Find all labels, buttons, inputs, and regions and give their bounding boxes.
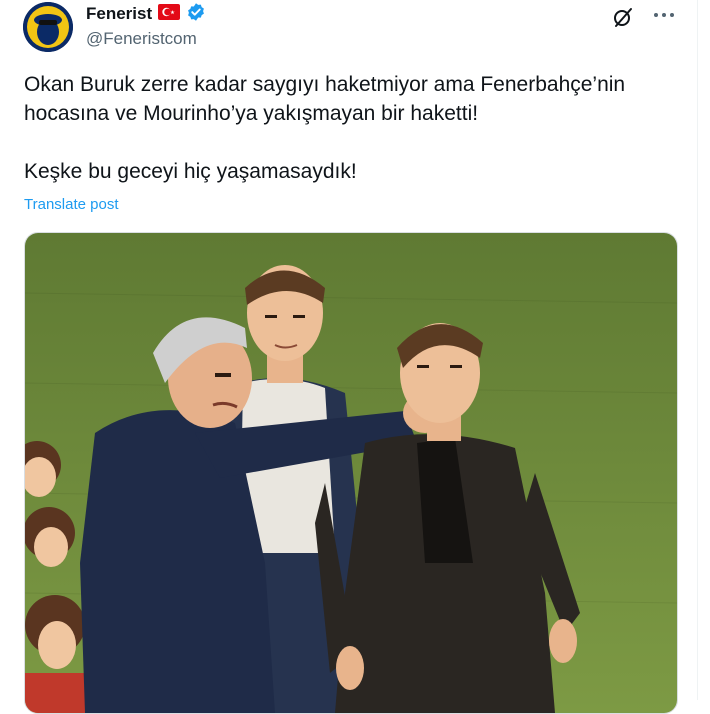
post-image[interactable] xyxy=(24,232,678,714)
translate-post-link[interactable]: Translate post xyxy=(24,196,119,213)
post-line-3: Keşke bu geceyi hiç yaşamasaydık! xyxy=(24,160,357,183)
post-line-2: hocasına ve Mourinho’ya yakışmayan bir h… xyxy=(24,102,479,125)
turkey-flag-icon xyxy=(158,3,181,25)
name-row: Fenerist xyxy=(86,2,206,27)
more-button[interactable] xyxy=(652,8,676,22)
fenerist-logo-icon xyxy=(23,2,73,52)
avatar[interactable] xyxy=(23,2,73,52)
post-text: Okan Buruk zerre kadar saygıyı haketmiyo… xyxy=(24,70,684,186)
display-name[interactable]: Fenerist xyxy=(86,4,152,24)
more-dots-icon xyxy=(654,13,674,17)
handle[interactable]: @Feneristcom xyxy=(86,29,197,49)
verified-badge-icon[interactable] xyxy=(186,2,206,27)
grok-icon xyxy=(614,8,632,27)
post-line-1: Okan Buruk zerre kadar saygıyı haketmiyo… xyxy=(24,73,626,96)
timeline-border xyxy=(697,0,698,700)
illustration-image xyxy=(25,233,677,713)
grok-button[interactable] xyxy=(612,6,634,28)
